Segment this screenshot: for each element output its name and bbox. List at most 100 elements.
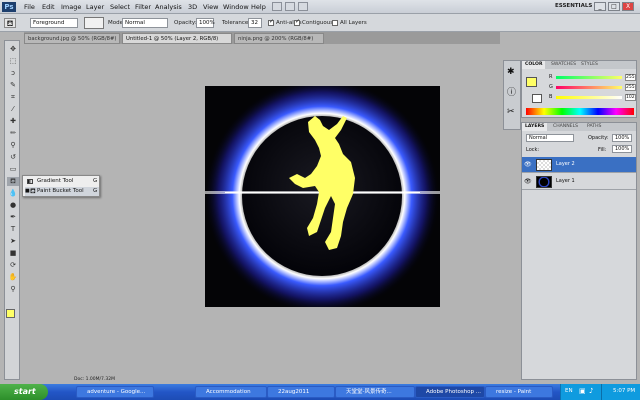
tool-flyout: Gradient Tool G ■ ⛾ Paint Bucket Tool G [22,175,100,197]
menu-help[interactable]: Help [251,3,266,11]
tab-untitled[interactable]: Untitled-1 @ 50% (Layer 2, RGB/8) [122,33,232,44]
blend-mode-select[interactable]: Normal [526,134,574,142]
tab-background[interactable]: background.jpg @ 50% (RGB/8#) [24,33,120,44]
brush-tool-icon[interactable]: ✏ [7,129,19,138]
blue-label: B [549,94,553,100]
info-icon[interactable]: ⓘ [507,85,516,98]
menu-image[interactable]: Image [61,3,81,11]
paint-bucket-tool-icon[interactable]: ⛾ [7,177,19,186]
flyout-paint-bucket-tool[interactable]: ■ ⛾ Paint Bucket Tool G [25,187,99,196]
menu-edit[interactable]: Edit [42,3,55,11]
paint-bucket-icon: ⛾ [30,187,36,195]
visibility-eye-icon[interactable]: 👁 [524,179,532,185]
menu-filter[interactable]: Filter [135,3,151,11]
fill-input[interactable]: 100% [612,145,632,153]
green-slider[interactable] [556,86,622,89]
tab-ninja[interactable]: ninja.png @ 200% (RGB/8#) [234,33,324,44]
all-layers-label: All Layers [340,20,367,26]
taskbar-button-web[interactable]: 天堂堂-风景传奇... [335,386,415,398]
history-brush-icon[interactable]: ↺ [7,153,19,162]
shape-tool-icon[interactable]: ■ [7,249,19,258]
menu-analysis[interactable]: Analysis [155,3,182,11]
close-button[interactable]: X [622,2,634,11]
blur-tool-icon[interactable]: 💧 [7,189,19,198]
bridge-button[interactable] [272,2,282,11]
visibility-eye-icon[interactable]: 👁 [524,162,532,168]
mode-select[interactable]: Normal [122,18,168,28]
taskbar-button-22aug2011[interactable]: 22aug2011 [267,386,335,398]
tab-paths[interactable]: PATHS [584,123,604,131]
start-button[interactable]: start [0,384,48,400]
flyout-gradient-tool[interactable]: Gradient Tool G [25,177,99,186]
minimize-button[interactable]: _ [594,2,606,11]
blue-value[interactable]: 102 [625,94,636,101]
marquee-tool-icon[interactable]: ⬚ [7,57,19,66]
taskbar-button-paint[interactable]: resize - Paint [485,386,553,398]
contiguous-label: Contiguous [302,20,334,26]
layer-row-layer-2[interactable]: 👁 Layer 2 [522,157,636,173]
green-value[interactable]: 255 [625,84,636,91]
language-indicator[interactable]: EN [565,388,573,394]
document-canvas[interactable] [205,86,440,307]
zoom-level-button[interactable] [298,2,308,11]
dodge-tool-icon[interactable]: ● [7,201,19,210]
layer-name: Layer 1 [556,178,575,184]
taskbar-button-accommodation[interactable]: Accommodation [195,386,267,398]
hand-tool-icon[interactable]: ✋ [7,273,19,282]
path-selection-icon[interactable]: ➤ [7,237,19,246]
volume-icon[interactable]: ♪ [589,387,593,395]
blue-slider[interactable] [556,96,622,99]
crop-tool-icon[interactable]: ⌗ [7,93,19,102]
move-tool-icon[interactable]: ✥ [7,45,19,54]
red-value[interactable]: 255 [625,74,636,81]
navigator-icon[interactable]: ✱ [507,67,515,77]
3d-rotate-icon[interactable]: ⟳ [7,261,19,270]
menu-select[interactable]: Select [110,3,130,11]
tab-channels[interactable]: CHANNELS [550,123,581,131]
pattern-picker[interactable] [84,17,104,29]
workspace-switcher[interactable]: ESSENTIALS [555,2,592,11]
all-layers-checkbox[interactable] [332,20,338,26]
background-color-chip[interactable] [532,94,542,103]
minibridge-button[interactable] [285,2,295,11]
menu-3d[interactable]: 3D [188,3,197,11]
healing-brush-icon[interactable]: ✚ [7,117,19,126]
pen-tool-icon[interactable]: ✒ [7,213,19,222]
tools-preset-icon[interactable]: ✂ [507,107,515,117]
clone-stamp-icon[interactable]: ⚲ [7,141,19,150]
flyout-item-shortcut: G [93,178,98,184]
menu-view[interactable]: View [203,3,218,11]
menu-layer[interactable]: Layer [86,3,104,11]
quick-selection-icon[interactable]: ✎ [7,81,19,90]
zoom-tool-icon[interactable]: ⚲ [7,285,19,294]
lasso-tool-icon[interactable]: ↄ [7,69,19,78]
layer-opacity-input[interactable]: 100% [612,134,632,142]
eyedropper-icon[interactable]: ⁄ [7,105,19,114]
menu-window[interactable]: Window [223,3,249,11]
fill-source-select[interactable]: Foreground [30,18,78,28]
taskbar-button-photoshop[interactable]: Adobe Photoshop ... [415,386,485,398]
maximize-button[interactable]: □ [608,2,620,11]
opacity-input[interactable]: 100% [196,18,215,28]
color-spectrum-bar[interactable] [526,108,634,115]
foreground-color-chip[interactable] [526,77,537,87]
tab-color[interactable]: COLOR [522,61,546,69]
menu-file[interactable]: File [24,3,35,11]
layer-row-layer-1[interactable]: 👁 Layer 1 [522,174,636,190]
clock[interactable]: 5:07 PM [613,388,635,394]
red-slider[interactable] [556,76,622,79]
network-icon[interactable]: ▣ [579,387,586,395]
layers-panel-tabs: LAYERS CHANNELS PATHS [522,123,636,131]
type-tool-icon[interactable]: T [7,225,19,234]
tab-layers[interactable]: LAYERS [522,123,548,131]
eraser-icon[interactable]: ▭ [7,165,19,174]
tolerance-input[interactable]: 32 [248,18,262,28]
document-tabs: background.jpg @ 50% (RGB/8#) Untitled-1… [24,32,500,44]
taskbar-button-adventure[interactable]: adventure - Google... [76,386,154,398]
foreground-color-swatch[interactable] [6,309,15,318]
paint-bucket-icon[interactable]: ⛾ [4,18,16,28]
tab-styles[interactable]: STYLES [578,61,601,69]
tab-swatches[interactable]: SWATCHES [548,61,579,69]
contiguous-checkbox[interactable] [294,18,300,26]
antialias-checkbox[interactable] [268,18,274,26]
